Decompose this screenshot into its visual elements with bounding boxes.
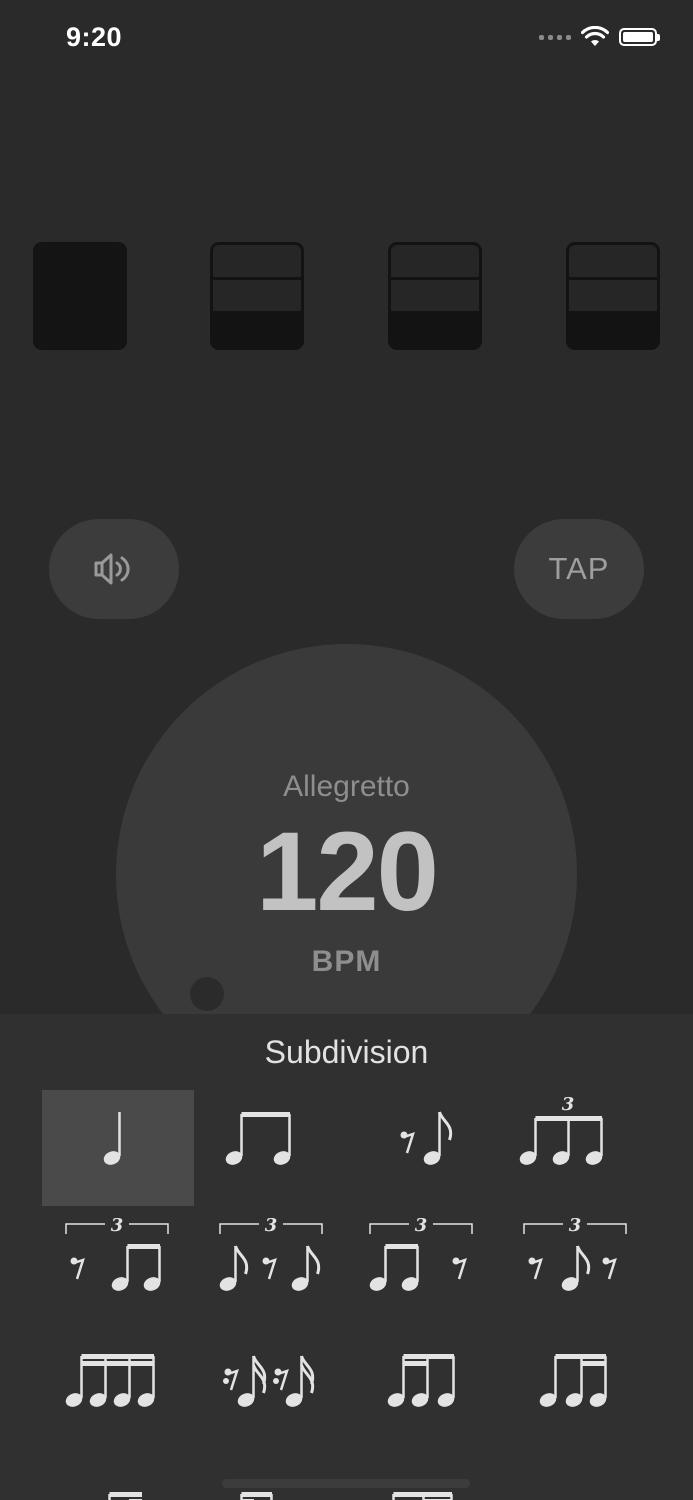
sixteenth-eighth-dotted-icon bbox=[108, 1492, 142, 1500]
svg-text:3: 3 bbox=[265, 1215, 278, 1236]
beat-indicator-2[interactable] bbox=[210, 242, 304, 350]
status-icons bbox=[539, 26, 660, 48]
beat-indicators bbox=[33, 242, 660, 351]
subdivision-option-2[interactable] bbox=[194, 1090, 346, 1206]
triplet-two-notes-rest-icon: 3 bbox=[369, 1215, 473, 1291]
subdivision-option-10[interactable] bbox=[194, 1322, 346, 1438]
triplet-rest-note-rest-icon: 3 bbox=[523, 1215, 627, 1291]
bpm-unit: BPM bbox=[311, 945, 382, 978]
battery-icon bbox=[619, 28, 660, 46]
status-time: 9:20 bbox=[66, 22, 123, 52]
subdivision-option-6[interactable]: 3 bbox=[194, 1206, 346, 1322]
beat-indicator-1[interactable] bbox=[33, 242, 127, 350]
eighth-two-sixteenths-icon bbox=[539, 1354, 607, 1407]
bpm-value: 120 bbox=[256, 809, 439, 934]
beat-indicator-3[interactable] bbox=[388, 242, 482, 350]
subdivision-sheet: Subdivision 3 3 3 3 3 bbox=[0, 1014, 693, 1500]
svg-text:3: 3 bbox=[562, 1094, 575, 1115]
tempo-marking: Allegretto bbox=[283, 770, 410, 803]
status-bar: 9:20 bbox=[0, 0, 693, 80]
sixteenth-rest-note-pattern-icon bbox=[223, 1355, 315, 1407]
two-sixteenths-eighth-icon bbox=[387, 1354, 455, 1407]
sound-button[interactable] bbox=[49, 519, 179, 619]
triplet-rest-two-notes-icon: 3 bbox=[65, 1215, 169, 1291]
wifi-icon bbox=[581, 26, 609, 46]
subdivision-option-12[interactable] bbox=[498, 1322, 650, 1438]
mixed-pattern-a-icon bbox=[240, 1492, 273, 1500]
subdivision-option-5[interactable]: 3 bbox=[42, 1206, 194, 1322]
subdivision-option-1[interactable] bbox=[42, 1090, 194, 1206]
subdivision-option-15[interactable] bbox=[346, 1438, 498, 1500]
subdivision-option-7[interactable]: 3 bbox=[346, 1206, 498, 1322]
svg-text:3: 3 bbox=[415, 1215, 428, 1236]
triplet-note-rest-note-icon: 3 bbox=[219, 1215, 323, 1291]
dial-knob[interactable] bbox=[190, 977, 224, 1011]
subdivision-option-4[interactable]: 3 bbox=[498, 1090, 650, 1206]
speaker-icon bbox=[94, 553, 130, 585]
subdivision-option-11[interactable] bbox=[346, 1322, 498, 1438]
subdivision-option-14[interactable] bbox=[194, 1438, 346, 1500]
subdivision-title: Subdivision bbox=[264, 1034, 429, 1070]
svg-text:3: 3 bbox=[111, 1215, 124, 1236]
signal-icon bbox=[539, 34, 571, 40]
eighth-notes-icon bbox=[225, 1112, 291, 1165]
svg-text:3: 3 bbox=[569, 1215, 582, 1236]
subdivision-option-9[interactable] bbox=[42, 1322, 194, 1438]
quarter-note-icon bbox=[103, 1112, 121, 1165]
eighth-triplet-icon: 3 bbox=[519, 1094, 603, 1165]
eighth-rest-eighth-note-icon bbox=[400, 1111, 453, 1165]
subdivision-option-3[interactable] bbox=[346, 1090, 498, 1206]
home-indicator[interactable] bbox=[222, 1479, 470, 1488]
subdivision-option-8[interactable]: 3 bbox=[498, 1206, 650, 1322]
tap-tempo-button[interactable]: TAP bbox=[514, 519, 644, 619]
beat-indicator-4[interactable] bbox=[566, 242, 660, 350]
sixteenth-notes-icon bbox=[65, 1354, 155, 1407]
subdivision-option-13[interactable] bbox=[42, 1438, 194, 1500]
mixed-pattern-b-icon bbox=[392, 1492, 453, 1500]
